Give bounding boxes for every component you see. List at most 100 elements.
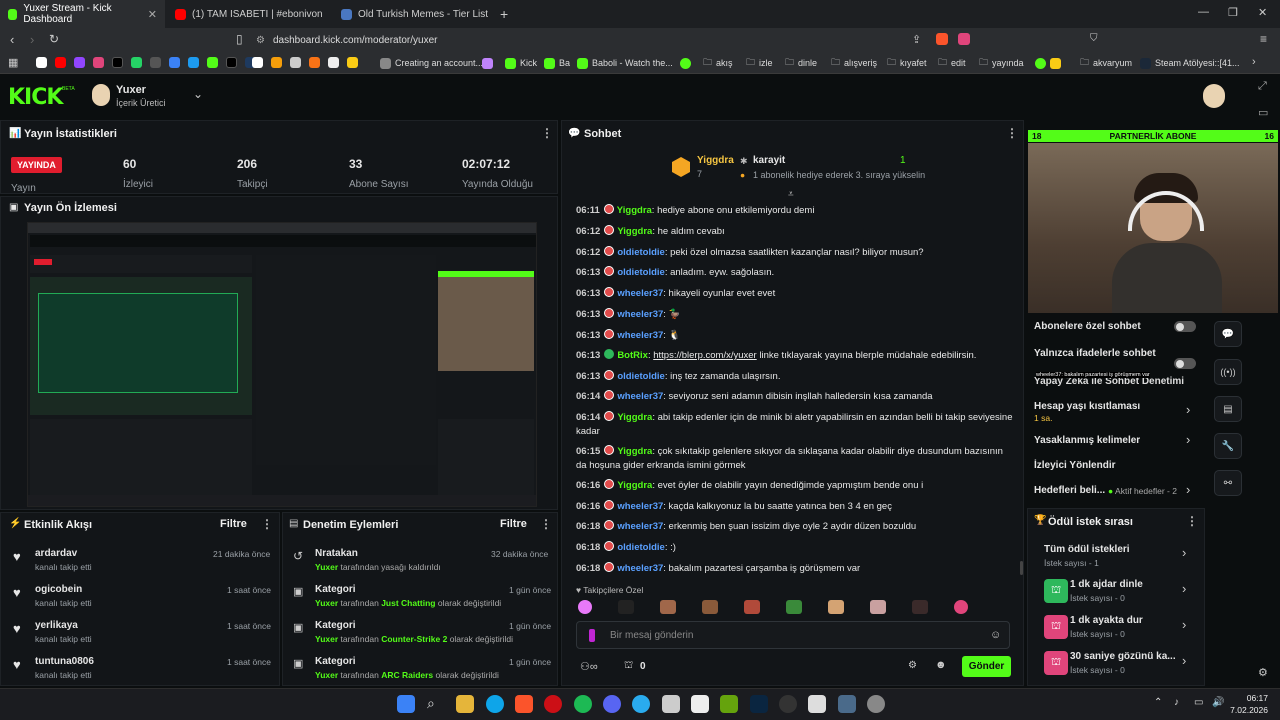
emote-icon[interactable] — [828, 600, 844, 614]
stream-preview-video[interactable] — [27, 222, 537, 507]
bookmark-folder[interactable]: 🗀 alışveriş — [831, 54, 877, 72]
emote-icon[interactable] — [578, 600, 592, 614]
app-icon[interactable] — [720, 695, 738, 713]
message-username[interactable]: wheeler37 — [617, 391, 663, 402]
chevron-right-icon[interactable]: › — [1182, 653, 1186, 668]
bookmark-icon[interactable] — [271, 57, 282, 68]
activity-user[interactable]: yerlikaya — [35, 620, 78, 631]
emote-icon[interactable] — [912, 600, 928, 614]
browser-tab[interactable]: Old Turkish Memes - Tier List | Kör Sı — [333, 0, 498, 28]
mod-actor[interactable]: Yuxer — [315, 634, 338, 644]
link-label[interactable]: Hedefleri beli... — [1034, 485, 1105, 496]
forward-icon[interactable]: › — [30, 32, 34, 47]
mod-actor[interactable]: Yuxer — [315, 562, 338, 572]
apps-grid-icon[interactable]: ▦ — [8, 56, 18, 69]
x-icon[interactable] — [112, 57, 123, 68]
bookmark-icon[interactable]: ▯ — [236, 32, 243, 46]
emote-only-toggle[interactable] — [1174, 358, 1196, 369]
bookmark-icon[interactable] — [188, 57, 199, 68]
instagram-icon[interactable] — [93, 57, 104, 68]
message-username[interactable]: Yiggdra — [617, 446, 652, 457]
activity-filter-button[interactable]: Filtre — [220, 518, 247, 530]
edge-icon[interactable] — [486, 695, 504, 713]
message-username[interactable]: oldietoldie — [617, 371, 665, 382]
message-username[interactable]: BotRix — [617, 350, 648, 361]
maximize-icon[interactable]: ❐ — [1228, 6, 1238, 19]
emote-icon[interactable] — [786, 600, 802, 614]
message-link[interactable]: https://blerp.com/x/yuxer — [653, 350, 756, 361]
close-window-icon[interactable]: ✕ — [1258, 6, 1267, 19]
mod-actor[interactable]: Yuxer — [315, 598, 338, 608]
browser-tab-active[interactable]: Yuxer Stream - Kick Dashboard ✕ — [0, 0, 165, 28]
new-tab-icon[interactable]: + — [500, 6, 508, 22]
chat-input[interactable]: Bir mesaj gönderin ☺ — [576, 621, 1010, 649]
pinned-user[interactable]: Yiggdra — [697, 155, 734, 166]
google-icon[interactable] — [36, 57, 47, 68]
twitch-icon[interactable] — [74, 57, 85, 68]
bookmark-folder[interactable]: 🗀 yayında — [979, 54, 1024, 72]
message-username[interactable]: wheeler37 — [617, 521, 663, 532]
activity-user[interactable]: tuntuna0806 — [35, 656, 94, 667]
popout-icon[interactable]: ⤢ — [1258, 80, 1267, 93]
panel-toggle-icon[interactable]: ▭ — [1258, 106, 1268, 119]
close-tab-icon[interactable]: ✕ — [148, 8, 157, 21]
loop-icon[interactable]: ⚇∞ — [580, 660, 598, 673]
chevron-right-icon[interactable]: › — [1186, 432, 1190, 447]
bookmark-icon[interactable] — [347, 57, 358, 68]
github-icon[interactable] — [150, 57, 161, 68]
url-field[interactable]: ⚙ dashboard.kick.com/moderator/yuxer — [256, 31, 906, 49]
points-icon[interactable]: ⛫ — [624, 660, 633, 673]
message-username[interactable]: oldietoldie — [617, 247, 665, 258]
shield-icon[interactable]: ⛉ — [1090, 33, 1098, 44]
link-label[interactable]: İzleyici Yönlendir — [1034, 460, 1116, 471]
brave-icon[interactable] — [515, 695, 533, 713]
bookmark-item[interactable]: Baboli - Watch the... — [577, 54, 673, 72]
bookmark-item[interactable]: Steam Atölyesi::[41... — [1140, 54, 1240, 72]
message-username[interactable]: wheeler37 — [617, 563, 663, 574]
gear-icon[interactable]: ⚙ — [1258, 666, 1268, 679]
menu-icon[interactable]: ≡ — [1260, 32, 1267, 46]
chat-scrollbar[interactable] — [1020, 561, 1023, 575]
bot-icon[interactable]: ☻ — [935, 659, 947, 671]
bookmark-folder[interactable]: 🗀 akvaryum — [1080, 54, 1132, 72]
mod-target[interactable]: Just Chatting — [381, 598, 435, 608]
message-username[interactable]: Yiggdra — [617, 205, 652, 216]
tray-chevron-icon[interactable]: ⌃ — [1154, 697, 1162, 708]
app-icon[interactable] — [838, 695, 856, 713]
site-info-icon[interactable]: ⚙ — [256, 35, 265, 46]
reward-label[interactable]: Tüm ödül istekleri — [1044, 544, 1130, 555]
bookmark-icon[interactable] — [226, 57, 237, 68]
brave-rewards-icon[interactable] — [958, 33, 970, 45]
notes-icon[interactable] — [662, 695, 680, 713]
chevron-right-icon[interactable]: › — [1186, 482, 1190, 497]
chevron-right-icon[interactable]: › — [1186, 402, 1190, 417]
bookmark-item[interactable]: Kick — [505, 54, 537, 72]
spotify-icon[interactable] — [574, 695, 592, 713]
start-icon[interactable] — [397, 695, 415, 713]
reward-label[interactable]: 1 dk ajdar dinle — [1070, 579, 1143, 590]
minimize-icon[interactable]: — — [1198, 6, 1209, 18]
emote-icon[interactable] — [702, 600, 718, 614]
bookmark-item[interactable] — [680, 54, 691, 72]
message-username[interactable]: oldietoldie — [617, 542, 665, 553]
link-label[interactable]: Yasaklanmış kelimeler — [1034, 435, 1140, 446]
emote-icon[interactable] — [744, 600, 760, 614]
chevron-right-icon[interactable]: › — [1182, 545, 1186, 560]
app-icon[interactable] — [808, 695, 826, 713]
obs-icon[interactable] — [779, 695, 797, 713]
search-icon[interactable]: ⌕ — [427, 695, 435, 712]
send-button[interactable]: Gönder — [962, 656, 1011, 677]
bookmark-icon[interactable] — [252, 57, 263, 68]
bookmark-icon[interactable] — [309, 57, 320, 68]
message-username[interactable]: Yiggdra — [617, 226, 652, 237]
chevron-right-icon[interactable]: › — [1182, 617, 1186, 632]
broadcast-button[interactable]: ((•)) — [1214, 359, 1242, 385]
link-label[interactable]: Hesap yaşı kısıtlaması — [1034, 401, 1140, 412]
layout-button[interactable]: ▤ — [1214, 396, 1242, 422]
emote-picker-icon[interactable] — [589, 629, 595, 642]
bookmark-icon[interactable] — [169, 57, 180, 68]
chevron-down-icon[interactable]: ⌄ — [193, 87, 203, 101]
photoshop-icon[interactable] — [750, 695, 768, 713]
discord-icon[interactable] — [603, 695, 621, 713]
profile-avatar[interactable] — [1203, 84, 1225, 108]
